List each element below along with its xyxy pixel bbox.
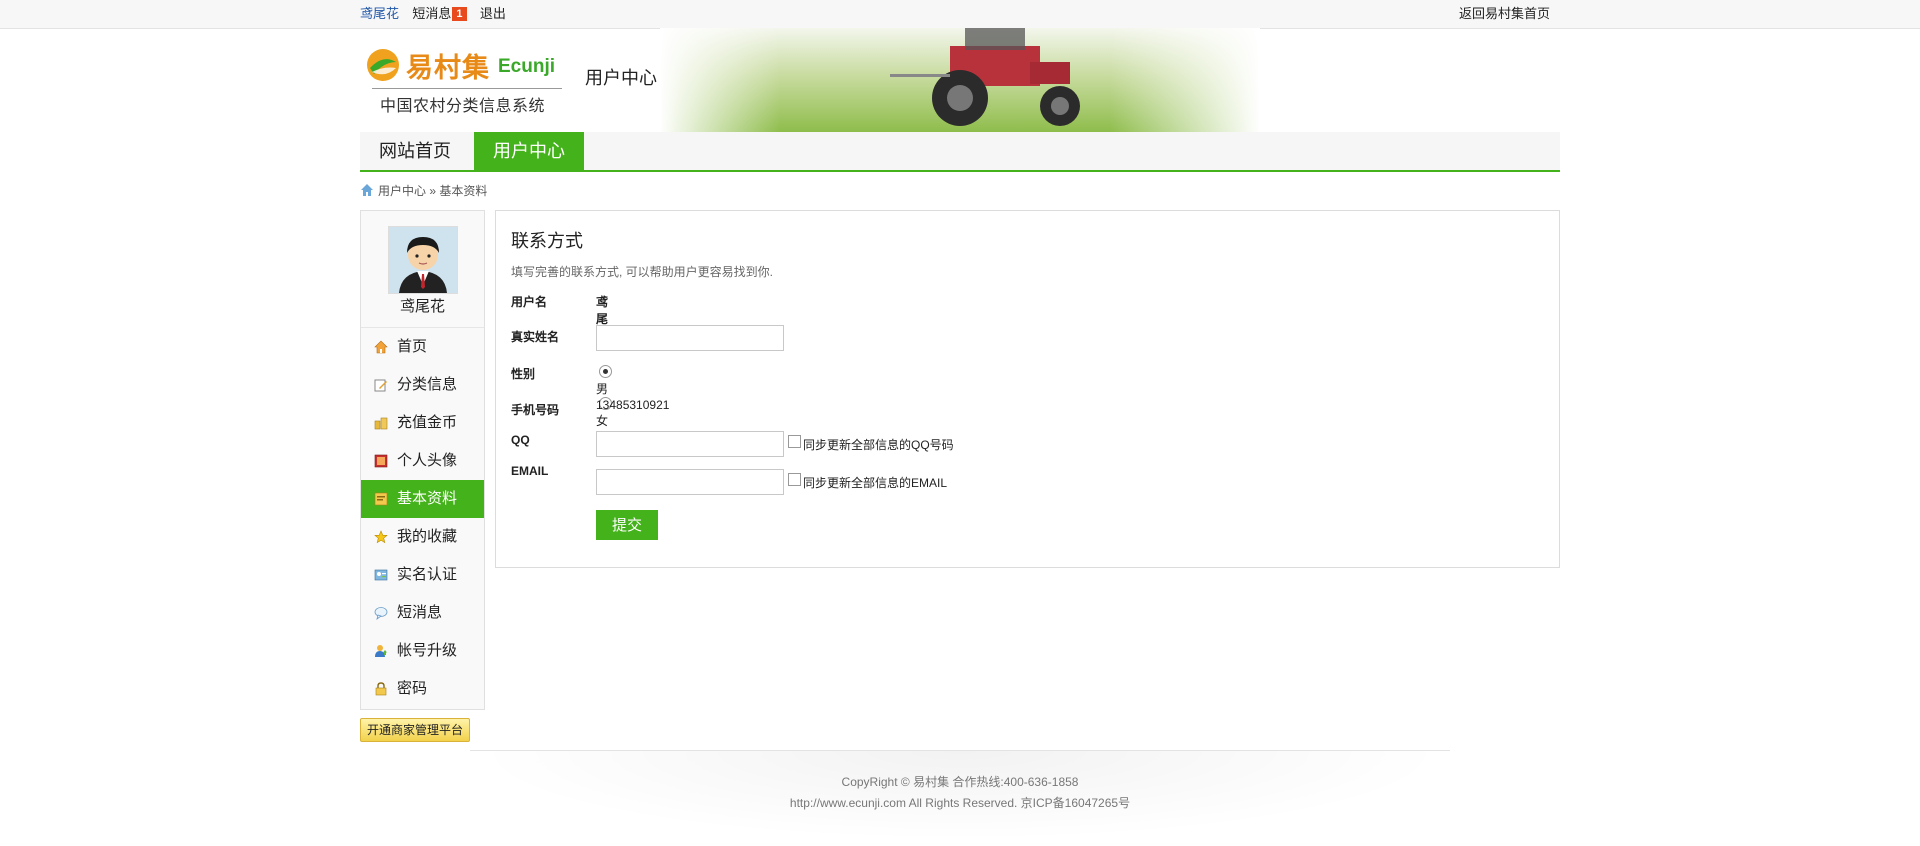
main-nav: 网站首页 用户中心: [360, 132, 1560, 172]
qq-label: QQ: [511, 433, 530, 447]
sidebar-item-label: 帐号升级: [397, 642, 458, 659]
sidebar-item-password[interactable]: 密码: [361, 670, 484, 708]
sidebar-item-label: 个人头像: [397, 452, 458, 469]
logo-chinese-text: 易村集: [406, 53, 490, 83]
sidebar-item-recharge[interactable]: 充值金币: [361, 404, 484, 442]
user-upgrade-icon: [375, 645, 387, 657]
form-description: 填写完善的联系方式, 可以帮助用户更容易找到你.: [511, 265, 774, 279]
messages-label: 短消息: [412, 6, 452, 21]
breadcrumb-separator: »: [426, 184, 440, 198]
chat-icon: [374, 607, 388, 620]
sidebar-item-label: 充值金币: [397, 414, 458, 431]
phone-value: 13485310921: [596, 398, 670, 412]
home-icon: [374, 340, 388, 354]
sidebar-item-upgrade[interactable]: 帐号升级: [361, 632, 484, 670]
sidebar-item-label: 基本资料: [397, 490, 458, 507]
sidebar-item-label: 实名认证: [397, 566, 458, 583]
qq-sync-checkbox[interactable]: [788, 435, 801, 448]
nav-home[interactable]: 网站首页: [360, 132, 470, 170]
messages-link[interactable]: 短消息 1: [412, 6, 467, 21]
sidebar-menu: 首页 分类信息 充值金币 个人头像 基本资料 我的收藏 实名认证 短消息 帐号升…: [361, 327, 484, 708]
realname-input[interactable]: [596, 325, 784, 351]
qq-sync-label: 同步更新全部信息的QQ号码: [803, 438, 954, 452]
breadcrumb-current: 基本资料: [439, 184, 488, 198]
sidebar-item-profile[interactable]: 基本资料: [361, 480, 484, 518]
realname-label: 真实姓名: [511, 330, 560, 344]
sidebar-item-verification[interactable]: 实名认证: [361, 556, 484, 594]
logo-emblem-icon: [367, 49, 399, 81]
gender-options: 男 女: [596, 365, 615, 429]
back-home-link[interactable]: 返回易村集首页: [1459, 0, 1550, 28]
top-bar: 鸢尾花 短消息 1 退出 返回易村集首页: [0, 0, 1920, 29]
email-sync-label: 同步更新全部信息的EMAIL: [803, 476, 948, 490]
header: 易村集 Ecunji 中国农村分类信息系统 用户中心: [360, 28, 1560, 132]
gender-male-label: 男: [596, 382, 609, 396]
open-business-platform-button[interactable]: 开通商家管理平台: [360, 718, 470, 742]
email-label: EMAIL: [511, 464, 549, 478]
header-title: 用户中心: [585, 68, 657, 88]
email-sync-checkbox[interactable]: [788, 473, 801, 486]
star-icon: [374, 530, 388, 544]
edit-icon: [374, 379, 387, 392]
username-link[interactable]: 鸢尾花: [360, 6, 399, 21]
home-icon: [361, 184, 373, 196]
email-input[interactable]: [596, 469, 784, 495]
sidebar: 鸢尾花 首页 分类信息 充值金币 个人头像 基本资料 我的收藏 实名认证 短消息…: [360, 210, 485, 710]
logo-english-text: Ecunji: [498, 56, 556, 77]
breadcrumb-user-center[interactable]: 用户中心: [378, 184, 426, 198]
picture-icon: [374, 454, 388, 468]
contact-form-panel: 联系方式 填写完善的联系方式, 可以帮助用户更容易找到你. 用户名 鸢尾花 真实…: [495, 210, 1560, 568]
sidebar-item-label: 短消息: [397, 604, 443, 621]
lock-icon: [375, 682, 387, 696]
username-label: 用户名: [511, 295, 548, 309]
footer-copyright: CopyRight © 易村集 合作热线:400-636-1858: [841, 775, 1079, 789]
sidebar-item-avatar[interactable]: 个人头像: [361, 442, 484, 480]
id-card-icon: [374, 569, 388, 581]
logo-divider: [372, 88, 562, 89]
tractor-image: [890, 28, 1080, 126]
logout-link[interactable]: 退出: [480, 6, 506, 21]
tractor-banner: [660, 28, 1260, 132]
message-count-badge: 1: [452, 7, 467, 21]
user-avatar-icon: [389, 227, 457, 293]
gender-label: 性别: [511, 367, 536, 381]
sidebar-item-home[interactable]: 首页: [361, 328, 484, 366]
coins-icon: [374, 417, 388, 430]
sidebar-item-label: 我的收藏: [397, 528, 458, 545]
sidebar-item-label: 密码: [397, 680, 428, 697]
avatar[interactable]: [388, 226, 458, 294]
phone-label: 手机号码: [511, 403, 560, 417]
sidebar-item-messages[interactable]: 短消息: [361, 594, 484, 632]
footer-rights: http://www.ecunji.com All Rights Reserve…: [789, 796, 1131, 810]
qq-input[interactable]: [596, 431, 784, 457]
breadcrumb: 用户中心 » 基本资料: [360, 182, 487, 200]
sidebar-item-favorites[interactable]: 我的收藏: [361, 518, 484, 556]
sidebar-username: 鸢尾花: [399, 298, 445, 315]
gender-male-radio[interactable]: [599, 365, 612, 378]
logo-subtitle: 中国农村分类信息系统: [380, 98, 546, 115]
form-title: 联系方式: [511, 231, 583, 251]
sidebar-item-label: 首页: [397, 338, 428, 355]
sidebar-item-label: 分类信息: [397, 376, 458, 393]
nav-user-center[interactable]: 用户中心: [474, 132, 584, 170]
profile-icon: [374, 492, 388, 506]
submit-button[interactable]: 提交: [596, 510, 658, 540]
sidebar-item-classified[interactable]: 分类信息: [361, 366, 484, 404]
gender-female-label: 女: [596, 414, 609, 428]
